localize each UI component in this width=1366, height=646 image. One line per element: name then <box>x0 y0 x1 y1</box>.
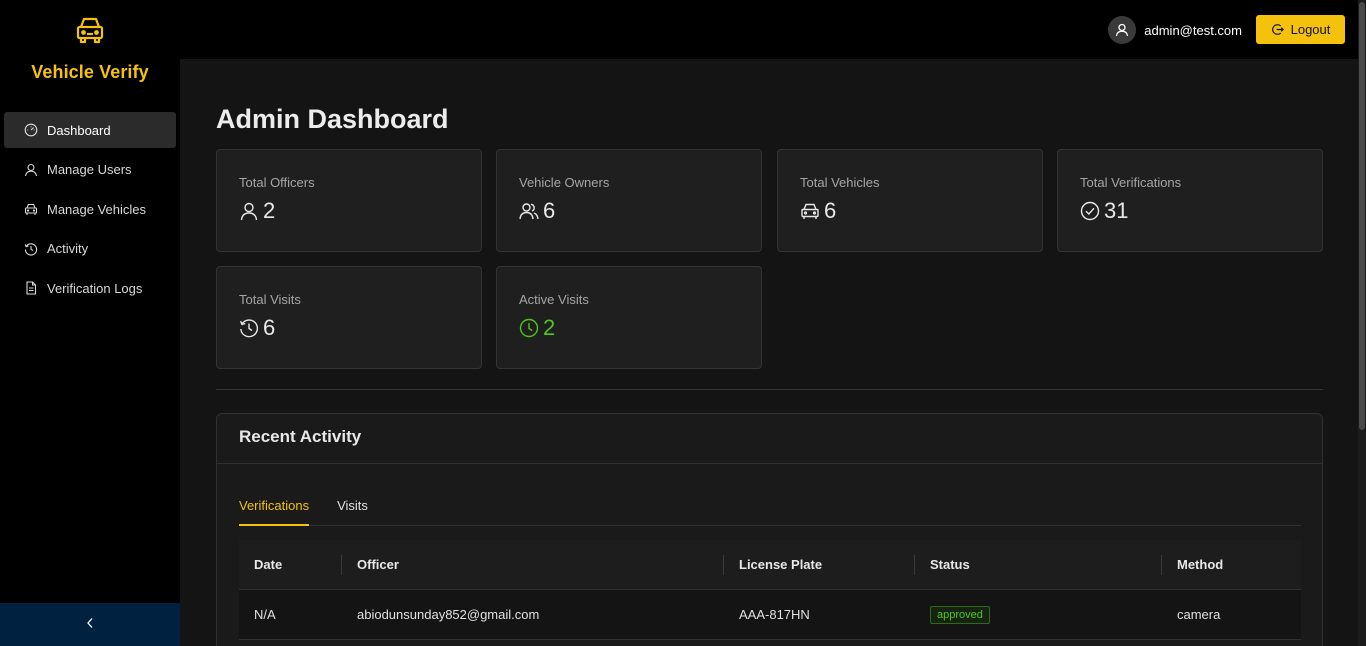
cell-officer: abiodunsunday852@gmail.com <box>357 607 540 622</box>
cell-license-plate: AAA-817HN <box>739 607 810 622</box>
page-title: Admin Dashboard <box>216 104 449 134</box>
logout-label: Logout <box>1290 22 1331 37</box>
brand-name: Vehicle Verify <box>31 62 149 82</box>
tab-visits[interactable]: Visits <box>337 498 368 526</box>
tab-verifications[interactable]: Verifications <box>239 498 310 526</box>
stat-card-total-vehicles: Total Vehicles 6 <box>777 149 1043 252</box>
stat-value-row: 2 <box>239 198 481 224</box>
sidebar-item-label: Verification Logs <box>47 280 143 296</box>
stat-value-row: 31 <box>1080 198 1322 224</box>
clock-icon <box>519 318 539 338</box>
stat-value: 2 <box>263 198 276 223</box>
sidebar-item-manage-users[interactable]: Manage Users <box>4 152 176 188</box>
scrollbar-thumb[interactable] <box>1359 2 1365 430</box>
table-row[interactable]: N/A abiodunsunday852@gmail.com AAA-817HN… <box>239 590 1301 640</box>
user-menu[interactable]: admin@test.com <box>1108 15 1242 45</box>
stat-value-row: 6 <box>519 198 761 224</box>
cell-method: camera <box>1177 607 1221 622</box>
table-header: Date Officer License Plate Status Method <box>239 540 1301 590</box>
history-icon <box>239 318 259 338</box>
page-scrollbar[interactable] <box>1358 0 1366 646</box>
verifications-table: Date Officer License Plate Status Method… <box>239 540 1301 640</box>
stat-card-total-visits: Total Visits 6 <box>216 266 482 369</box>
stat-label: Total Visits <box>239 292 301 307</box>
dashboard-icon <box>24 123 38 137</box>
logo-area: Vehicle Verify <box>0 0 180 110</box>
file-icon <box>24 281 38 295</box>
sidebar-item-label: Activity <box>47 241 89 256</box>
top-header: admin@test.com Logout <box>180 0 1366 59</box>
logout-button[interactable]: Logout <box>1256 15 1345 44</box>
stat-value: 2 <box>543 315 556 340</box>
column-header-date[interactable]: Date <box>239 557 342 572</box>
sidebar-item-label: Dashboard <box>47 122 111 138</box>
stat-value-row: 6 <box>800 198 1042 224</box>
user-email: admin@test.com <box>1144 22 1242 38</box>
logout-icon <box>1271 23 1284 36</box>
check-circle-icon <box>1080 201 1100 221</box>
chevron-left-icon <box>85 616 95 634</box>
sidebar-item-label: Manage Vehicles <box>47 201 147 217</box>
car-icon <box>24 202 38 216</box>
sidebar-item-manage-vehicles[interactable]: Manage Vehicles <box>4 191 176 227</box>
stat-value-row: 6 <box>239 315 481 341</box>
column-header-license-plate[interactable]: License Plate <box>724 557 915 572</box>
stat-label: Total Vehicles <box>800 175 880 190</box>
sidebar: Vehicle Verify Dashboard Manage Users Ma… <box>0 0 180 646</box>
stat-value: 6 <box>824 198 837 223</box>
column-header-method[interactable]: Method <box>1162 557 1301 572</box>
stat-card-active-visits: Active Visits 2 <box>496 266 762 369</box>
main-content: Admin Dashboard Total Officers 2 Vehicle… <box>180 59 1358 646</box>
stat-value-row: 2 <box>519 315 761 341</box>
sidebar-item-dashboard[interactable]: Dashboard <box>4 112 176 148</box>
stat-card-vehicle-owners: Vehicle Owners 6 <box>496 149 762 252</box>
stat-label: Total Verifications <box>1080 175 1182 190</box>
stat-label: Total Officers <box>239 175 315 190</box>
car-logo-icon <box>74 14 106 46</box>
column-header-officer[interactable]: Officer <box>342 557 724 572</box>
cell-date: N/A <box>254 607 276 622</box>
sidebar-item-activity[interactable]: Activity <box>4 231 176 267</box>
status-badge: approved <box>930 605 990 624</box>
column-header-status[interactable]: Status <box>915 557 1162 572</box>
stat-label: Active Visits <box>519 292 589 307</box>
team-icon <box>519 201 539 221</box>
cell-status: approved <box>915 605 1162 624</box>
avatar[interactable] <box>1108 16 1137 44</box>
stat-value: 6 <box>543 198 556 223</box>
stat-value: 6 <box>263 315 276 340</box>
sidebar-item-label: Manage Users <box>47 162 132 177</box>
section-divider <box>216 389 1323 390</box>
stat-card-total-verifications: Total Verifications 31 <box>1057 149 1323 252</box>
sidebar-collapse-button[interactable] <box>0 603 180 646</box>
app-root: Vehicle Verify Dashboard Manage Users Ma… <box>0 0 1366 646</box>
recent-activity-title: Recent Activity <box>217 414 1322 464</box>
stat-label: Vehicle Owners <box>519 175 610 190</box>
history-icon <box>24 242 38 256</box>
car-icon <box>800 201 820 221</box>
activity-tabs: Verifications Visits <box>239 498 1301 526</box>
recent-activity-card: Recent Activity Verifications Visits Dat… <box>216 413 1323 646</box>
stat-value: 31 <box>1104 198 1129 223</box>
sidebar-item-verification-logs[interactable]: Verification Logs <box>4 270 176 306</box>
user-icon <box>239 201 259 221</box>
sidebar-menu: Dashboard Manage Users Manage Vehicles A… <box>0 112 180 306</box>
user-icon <box>24 163 38 177</box>
stat-card-total-officers: Total Officers 2 <box>216 149 482 252</box>
